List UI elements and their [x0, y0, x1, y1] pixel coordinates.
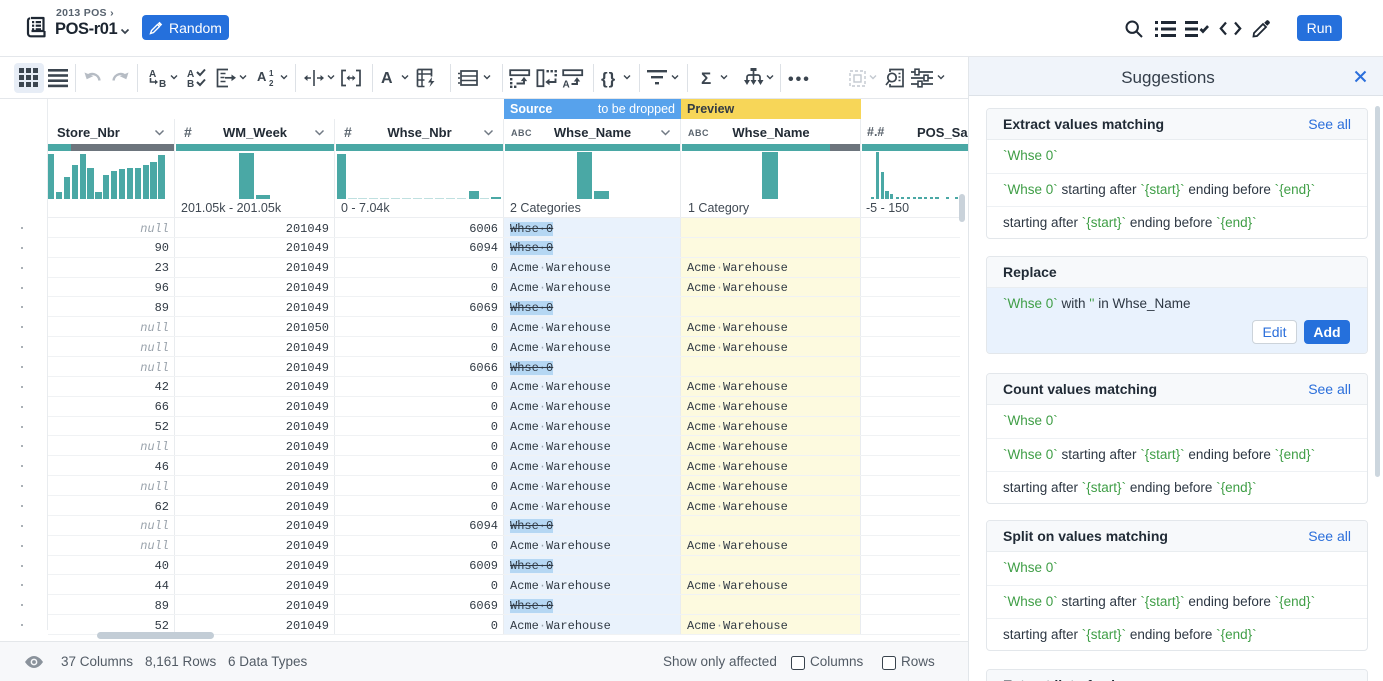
svg-text:A: A — [563, 80, 570, 89]
svg-text:B: B — [159, 79, 166, 88]
svg-text:2: 2 — [269, 79, 274, 88]
svg-text:B: B — [187, 79, 194, 88]
svg-text:1: 1 — [269, 69, 274, 78]
svg-text:A: A — [257, 69, 267, 84]
